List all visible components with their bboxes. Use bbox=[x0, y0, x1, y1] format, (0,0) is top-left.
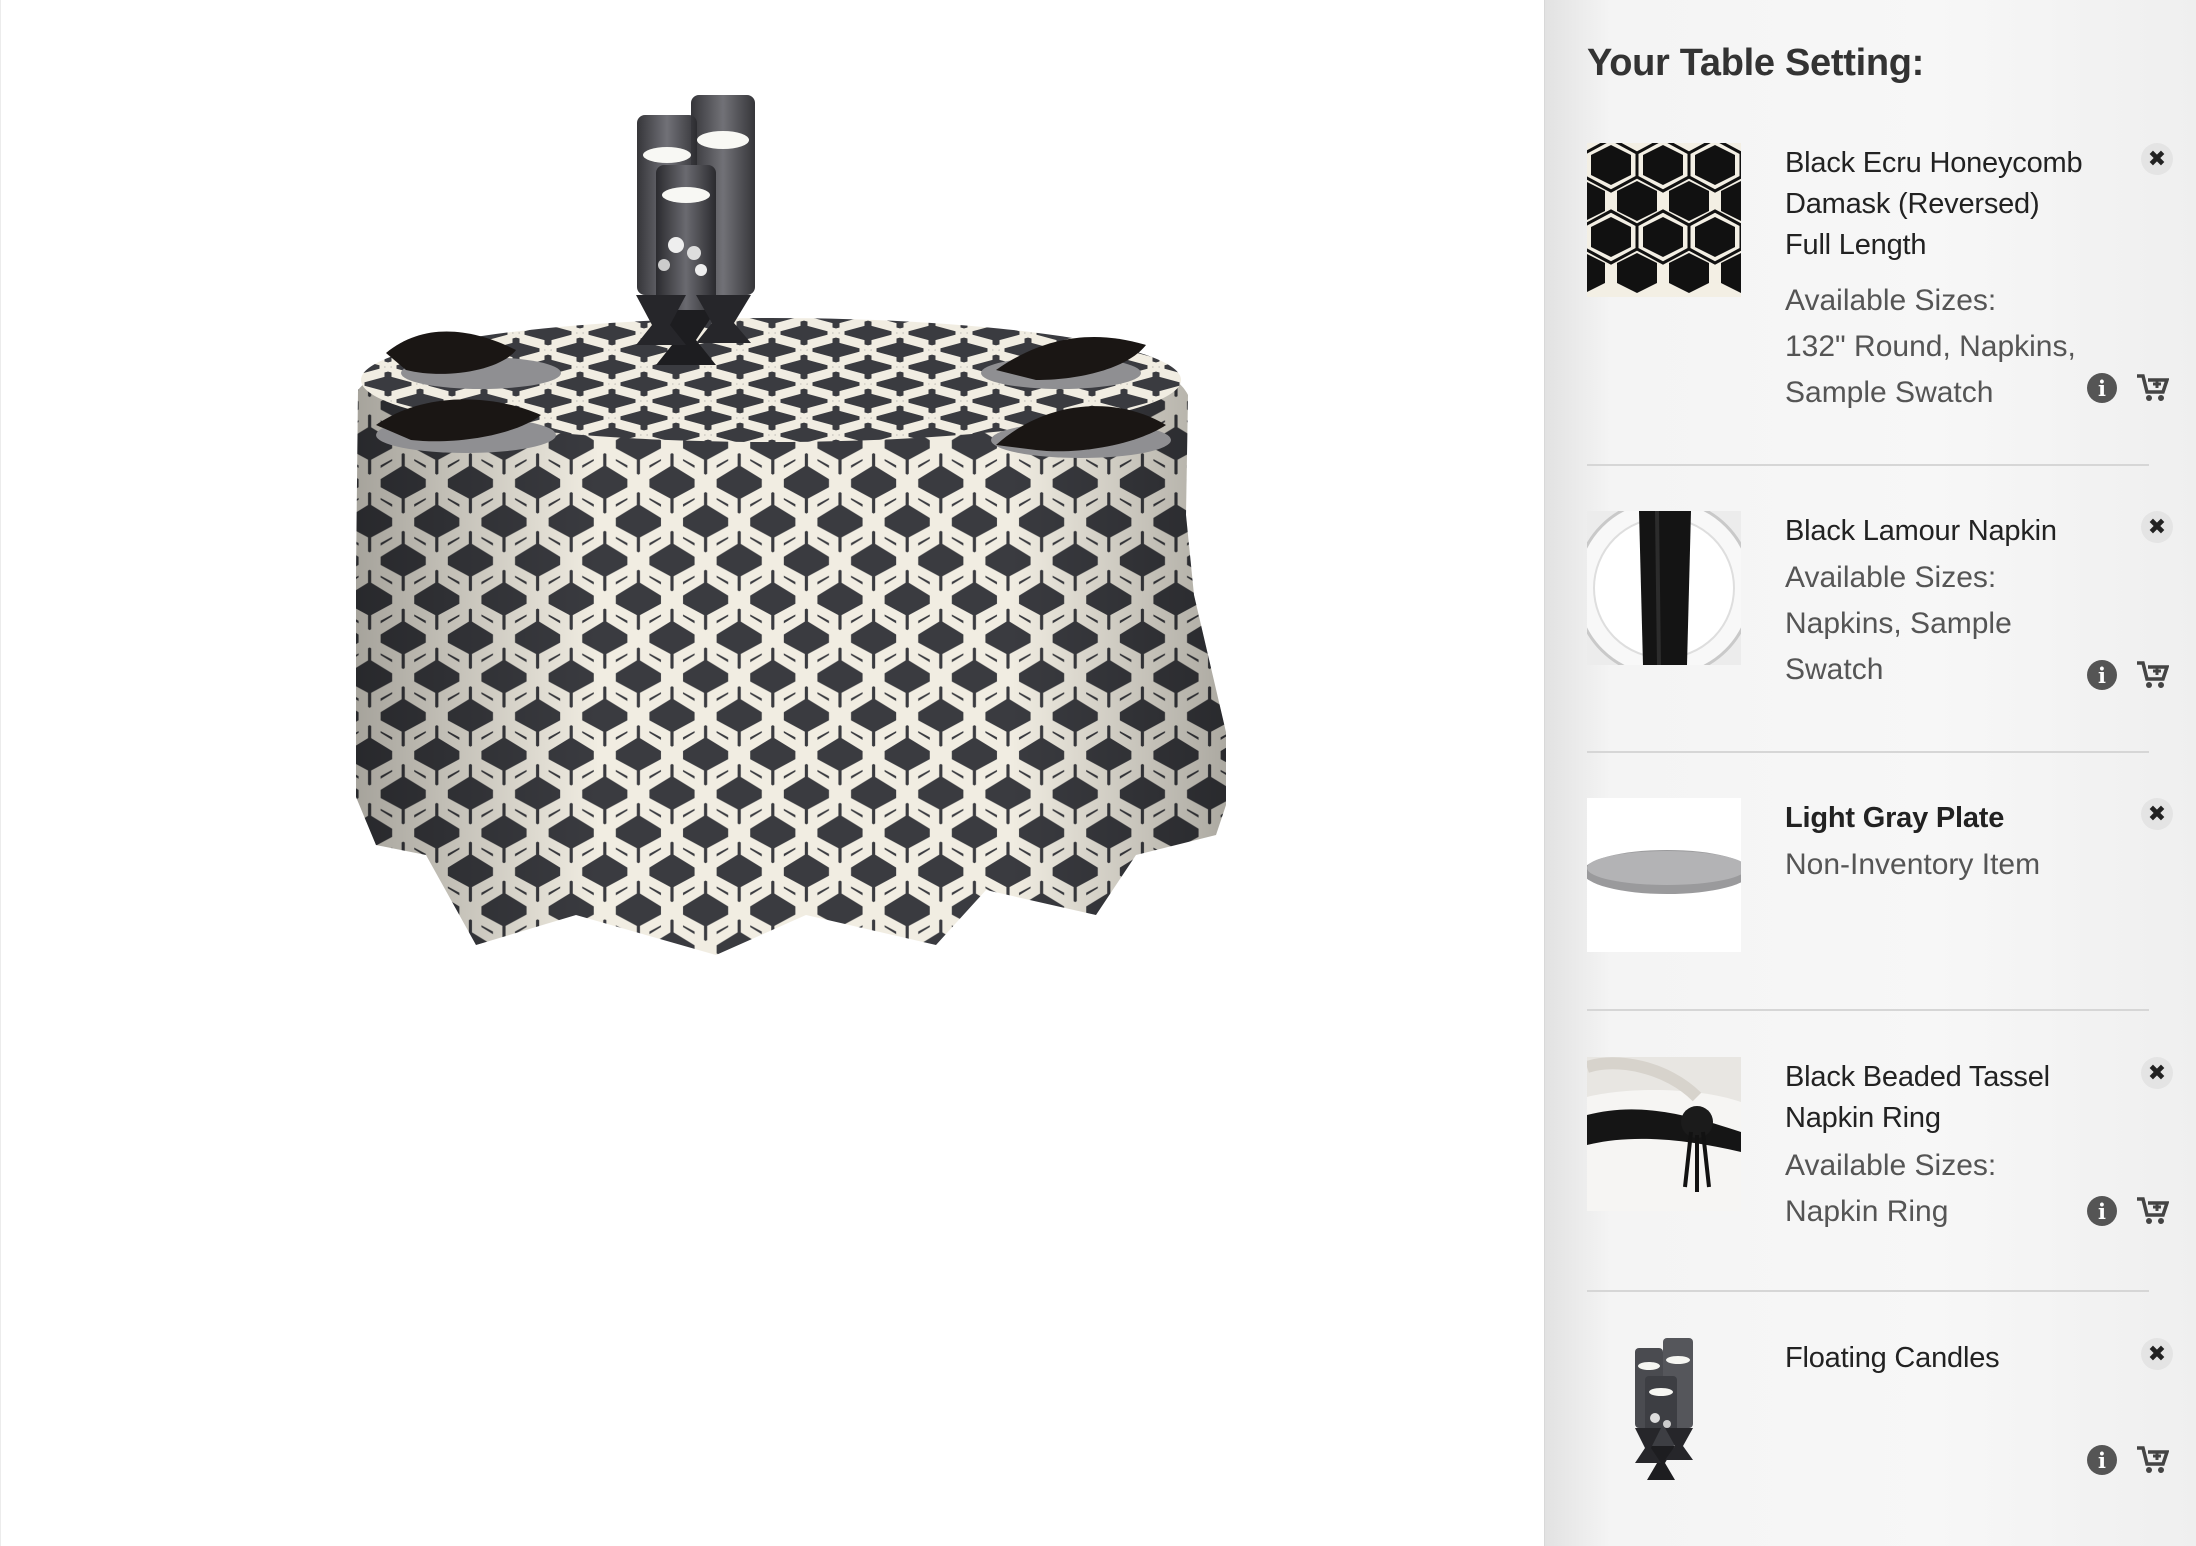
honeycomb-fabric-swatch-icon[interactable] bbox=[1587, 143, 1741, 297]
table-setting-sidebar: Your Table Setting: Black Ecru Honeycomb… bbox=[1544, 0, 2196, 1546]
remove-item-button[interactable]: ✖ bbox=[2141, 1338, 2173, 1370]
divider bbox=[1587, 464, 2149, 466]
napkin-on-plate-icon[interactable] bbox=[1587, 511, 1741, 665]
add-to-cart-icon[interactable] bbox=[2135, 1445, 2169, 1475]
item-name: Black Beaded Tassel Napkin Ring bbox=[1785, 1057, 2085, 1139]
sizes-line: Swatch bbox=[1785, 653, 1884, 686]
remove-item-button[interactable]: ✖ bbox=[2141, 511, 2173, 543]
table-preview-stage bbox=[0, 0, 1545, 1546]
table-setting-preview bbox=[356, 95, 1226, 955]
beaded-napkin-ring-icon[interactable] bbox=[1587, 1057, 1741, 1211]
floating-candles-icon[interactable] bbox=[1587, 1338, 1741, 1492]
item-name-line: Black Beaded Tassel bbox=[1785, 1061, 2050, 1093]
gray-plate-icon[interactable] bbox=[1587, 798, 1741, 952]
sizes-line: Napkin Ring bbox=[1785, 1195, 1949, 1228]
info-icon[interactable]: i bbox=[2087, 1445, 2117, 1475]
close-icon: ✖ bbox=[2147, 146, 2167, 171]
remove-item-button[interactable]: ✖ bbox=[2141, 798, 2173, 830]
item-name: Floating Candles bbox=[1785, 1338, 2085, 1379]
sizes-line: Sample Swatch bbox=[1785, 376, 1994, 409]
non-inventory-label: Non-Inventory Item bbox=[1785, 842, 2095, 888]
info-icon[interactable]: i bbox=[2087, 1196, 2117, 1226]
divider bbox=[1587, 1290, 2149, 1292]
item-name-line: Floating Candles bbox=[1785, 1342, 2000, 1374]
item-name: Black Ecru Honeycomb Damask (Reversed) F… bbox=[1785, 143, 2085, 266]
item-name: Black Lamour Napkin bbox=[1785, 511, 2085, 552]
item-name-line: Black Ecru Honeycomb bbox=[1785, 147, 2083, 179]
available-sizes: Available Sizes: Napkin Ring bbox=[1785, 1143, 2095, 1235]
remove-item-button[interactable]: ✖ bbox=[2141, 143, 2173, 175]
sidebar-title: Your Table Setting: bbox=[1587, 42, 1925, 84]
item-name-line: Black Lamour Napkin bbox=[1785, 515, 2057, 547]
sizes-line: Napkins, Sample bbox=[1785, 607, 2012, 640]
sizes-line: Non-Inventory Item bbox=[1785, 848, 2041, 881]
item-name-line: Full Length bbox=[1785, 229, 1927, 261]
divider bbox=[1587, 751, 2149, 753]
add-to-cart-icon[interactable] bbox=[2135, 660, 2169, 690]
close-icon: ✖ bbox=[2147, 1341, 2167, 1366]
divider bbox=[1587, 1009, 2149, 1011]
add-to-cart-icon[interactable] bbox=[2135, 373, 2169, 403]
info-icon[interactable]: i bbox=[2087, 660, 2117, 690]
item-name-line: Napkin Ring bbox=[1785, 1102, 1941, 1134]
sizes-line: Available Sizes: bbox=[1785, 284, 1997, 317]
available-sizes: Available Sizes: 132" Round, Napkins, Sa… bbox=[1785, 278, 2095, 416]
item-name: Light Gray Plate bbox=[1785, 798, 2085, 839]
item-name-line: Damask (Reversed) bbox=[1785, 188, 2040, 220]
close-icon: ✖ bbox=[2147, 1060, 2167, 1085]
close-icon: ✖ bbox=[2147, 801, 2167, 826]
sizes-line: 132" Round, Napkins, bbox=[1785, 330, 2076, 363]
sizes-line: Available Sizes: bbox=[1785, 1149, 1997, 1182]
add-to-cart-icon[interactable] bbox=[2135, 1196, 2169, 1226]
sizes-line: Available Sizes: bbox=[1785, 561, 1997, 594]
item-name-line: Light Gray Plate bbox=[1785, 802, 2005, 834]
remove-item-button[interactable]: ✖ bbox=[2141, 1057, 2173, 1089]
info-icon[interactable]: i bbox=[2087, 373, 2117, 403]
close-icon: ✖ bbox=[2147, 514, 2167, 539]
available-sizes: Available Sizes: Napkins, Sample Swatch bbox=[1785, 555, 2095, 693]
